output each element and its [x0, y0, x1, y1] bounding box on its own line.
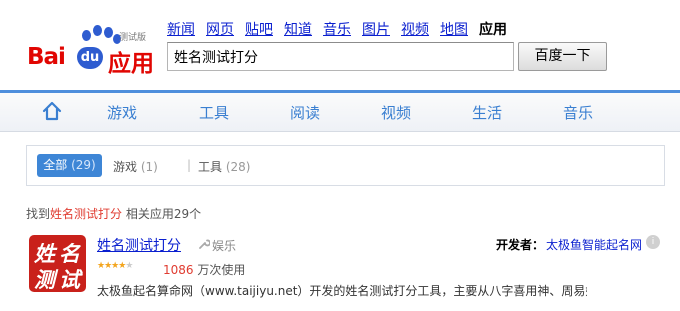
developer-label: 开发者： [496, 238, 545, 252]
category-tools[interactable]: 工具 [199, 102, 229, 123]
logo-beta-label: 测试版 [119, 33, 147, 43]
app-description: 太极鱼起名算命网（www.taijiyu.net）开发的姓名测试打分工具，主要从… [97, 284, 587, 298]
logo-bai-text: Bai [27, 44, 66, 70]
logo-app-text: 应用 [108, 51, 154, 77]
app-category: 娱乐 [212, 239, 237, 253]
app-title-link[interactable]: 姓名测试打分 [97, 235, 181, 255]
home-icon[interactable] [41, 100, 63, 122]
nav-link-video[interactable]: 视频 [401, 20, 429, 40]
category-video[interactable]: 视频 [381, 102, 411, 123]
category-reading[interactable]: 阅读 [290, 102, 320, 123]
wrench-icon [199, 239, 210, 249]
nav-link-zhidao[interactable]: 知道 [284, 20, 312, 40]
filter-tabs: 全部 (29) 游戏 (1) | 工具 (28) [26, 145, 665, 186]
nav-link-tieba[interactable]: 贴吧 [245, 20, 273, 40]
nav-link-apps-active: 应用 [479, 22, 507, 38]
filter-tab-tools[interactable]: 工具 (28) [198, 158, 250, 175]
filter-tab-all-count: (29) [71, 158, 96, 172]
summary-query: 姓名测试打分 [50, 207, 123, 221]
nav-link-map[interactable]: 地图 [440, 20, 468, 40]
filter-separator: | [187, 158, 192, 172]
category-bar: 游戏 工具 阅读 视频 生活 音乐 [0, 90, 680, 132]
search-input[interactable] [167, 42, 514, 71]
filter-tab-tools-label: 工具 [198, 160, 223, 174]
nav-link-web[interactable]: 网页 [206, 20, 234, 40]
download-count: 1086 万次使用 [163, 261, 245, 278]
filter-tab-tools-count: (28) [225, 160, 251, 174]
top-nav: 新闻 网页 贴吧 知道 音乐 图片 视频 地图 应用 [167, 20, 518, 40]
category-music[interactable]: 音乐 [563, 102, 593, 123]
summary-suffix: 相关应用29个 [125, 207, 202, 221]
paw-icon-toe-3 [104, 27, 113, 38]
app-icon[interactable]: 姓 名 测 试 [29, 235, 86, 292]
result-summary: 找到姓名测试打分 相关应用29个 [26, 205, 201, 222]
nav-link-news[interactable]: 新闻 [167, 20, 195, 40]
developer-info-icon[interactable]: i [646, 235, 660, 249]
developer-link[interactable]: 太极鱼智能起名网 [546, 236, 642, 253]
filter-tab-games-count: (1) [140, 160, 158, 174]
download-count-value: 1086 [163, 263, 194, 277]
search-button[interactable]: 百度一下 [518, 42, 607, 71]
download-count-unit: 万次使用 [197, 263, 246, 277]
star-empty-icon: ★ [125, 261, 133, 271]
rating-stars: ★★★★★ [97, 261, 133, 271]
logo-du-badge: du [77, 47, 103, 69]
category-games[interactable]: 游戏 [107, 102, 137, 123]
summary-prefix: 找到 [26, 207, 51, 221]
filter-tab-all[interactable]: 全部 (29) [37, 154, 102, 177]
paw-icon-toe-2 [93, 25, 102, 36]
nav-link-images[interactable]: 图片 [362, 20, 390, 40]
filter-tab-games-label: 游戏 [113, 160, 138, 174]
nav-link-music[interactable]: 音乐 [323, 20, 351, 40]
filter-tab-games[interactable]: 游戏 (1) [113, 158, 158, 175]
paw-icon-toe-1 [82, 30, 91, 41]
app-icon-char-4: 试 [59, 267, 80, 292]
app-icon-char-3: 测 [34, 267, 55, 292]
category-life[interactable]: 生活 [472, 102, 502, 123]
filter-tab-all-label: 全部 [43, 158, 68, 172]
